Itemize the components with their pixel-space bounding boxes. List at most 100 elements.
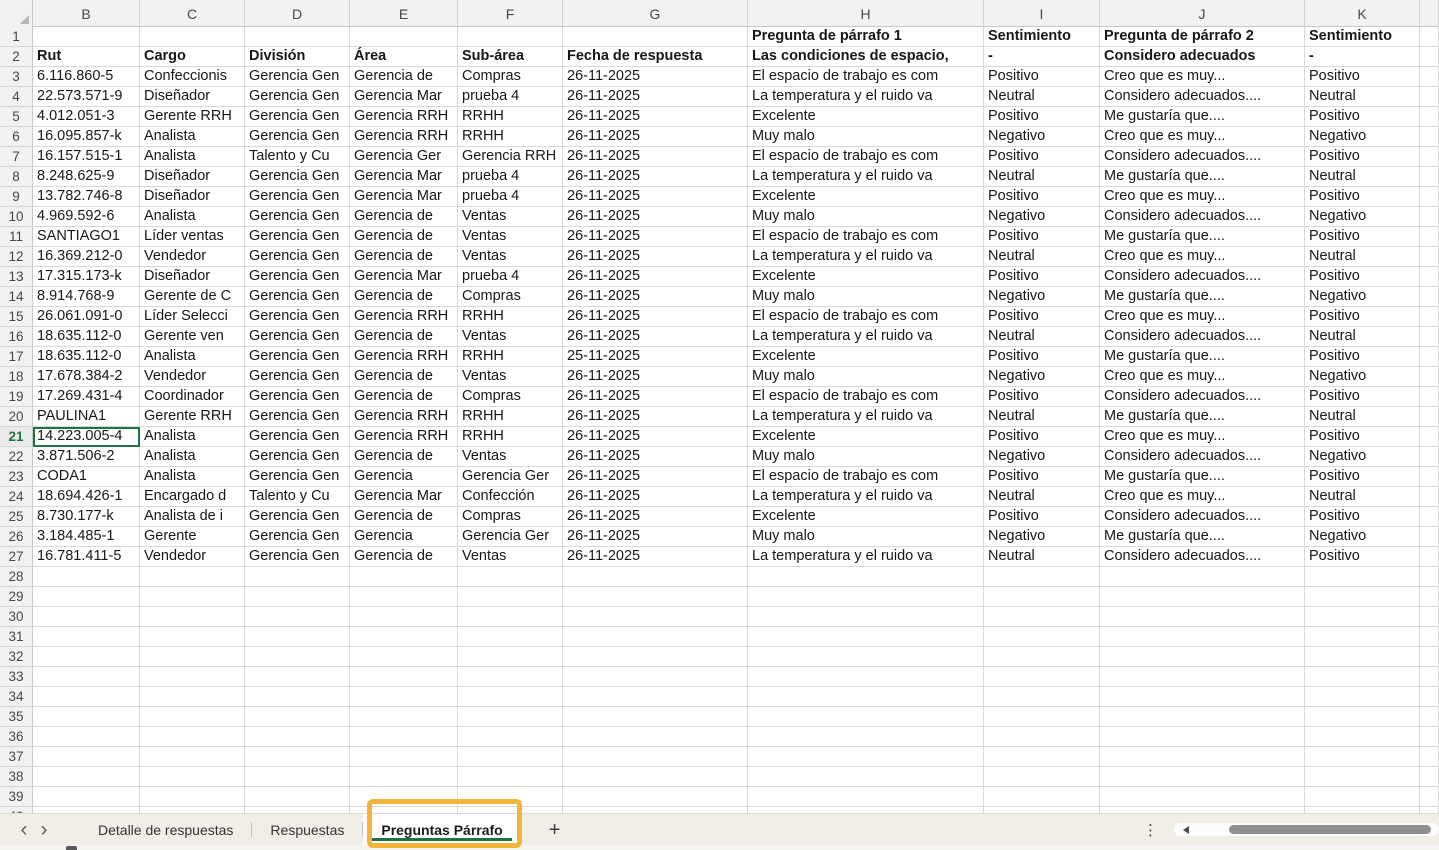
cell-C20[interactable]: Gerente RRH xyxy=(140,407,245,427)
cell[interactable] xyxy=(1420,787,1439,807)
cell-B26[interactable]: 3.184.485-1 xyxy=(33,527,140,547)
cell-I37[interactable] xyxy=(984,747,1100,767)
cell[interactable] xyxy=(1420,367,1439,387)
cell-I9[interactable]: Positivo xyxy=(984,187,1100,207)
cell-H12[interactable]: La temperatura y el ruido va xyxy=(748,247,984,267)
cell-B14[interactable]: 8.914.768-9 xyxy=(33,287,140,307)
cell-D22[interactable]: Gerencia Gen xyxy=(245,447,350,467)
cell-K25[interactable]: Positivo xyxy=(1305,507,1420,527)
cell-J28[interactable] xyxy=(1100,567,1305,587)
horizontal-scrollbar[interactable] xyxy=(1174,823,1439,836)
cell-G11[interactable]: 26-11-2025 xyxy=(563,227,748,247)
cell-G34[interactable] xyxy=(563,687,748,707)
cell-B33[interactable] xyxy=(33,667,140,687)
cell-C28[interactable] xyxy=(140,567,245,587)
cell-C18[interactable]: Vendedor xyxy=(140,367,245,387)
cell-I25[interactable]: Positivo xyxy=(984,507,1100,527)
cell-I33[interactable] xyxy=(984,667,1100,687)
cell-I2[interactable]: - xyxy=(984,47,1100,67)
row-number[interactable]: 31 xyxy=(0,627,33,647)
cell-K10[interactable]: Negativo xyxy=(1305,207,1420,227)
cell-J3[interactable]: Creo que es muy... xyxy=(1100,67,1305,87)
add-sheet-button[interactable]: + xyxy=(549,821,561,839)
cell-G21[interactable]: 26-11-2025 xyxy=(563,427,748,447)
cell-K23[interactable]: Positivo xyxy=(1305,467,1420,487)
cell-J25[interactable]: Considero adecuados.... xyxy=(1100,507,1305,527)
cell-C10[interactable]: Analista xyxy=(140,207,245,227)
cell-D13[interactable]: Gerencia Gen xyxy=(245,267,350,287)
cell-I13[interactable]: Positivo xyxy=(984,267,1100,287)
cell-K11[interactable]: Positivo xyxy=(1305,227,1420,247)
cell-C11[interactable]: Líder ventas xyxy=(140,227,245,247)
cell[interactable] xyxy=(1420,627,1439,647)
cell-C26[interactable]: Gerente xyxy=(140,527,245,547)
row-number[interactable]: 10 xyxy=(0,207,33,227)
row-number[interactable]: 25 xyxy=(0,507,33,527)
cell-K20[interactable]: Neutral xyxy=(1305,407,1420,427)
cell-G13[interactable]: 26-11-2025 xyxy=(563,267,748,287)
cell-G15[interactable]: 26-11-2025 xyxy=(563,307,748,327)
cell-B36[interactable] xyxy=(33,727,140,747)
cell-E29[interactable] xyxy=(350,587,458,607)
sheet-tab-respuestas[interactable]: Respuestas xyxy=(252,814,362,845)
cell[interactable] xyxy=(1420,707,1439,727)
cell-I1[interactable]: Sentimiento xyxy=(984,27,1100,47)
cell-K5[interactable]: Positivo xyxy=(1305,107,1420,127)
cell-I8[interactable]: Neutral xyxy=(984,167,1100,187)
cell-F12[interactable]: Ventas xyxy=(458,247,563,267)
cell-E20[interactable]: Gerencia RRH xyxy=(350,407,458,427)
cell-F10[interactable]: Ventas xyxy=(458,207,563,227)
cell-H34[interactable] xyxy=(748,687,984,707)
row-number[interactable]: 14 xyxy=(0,287,33,307)
cell-B25[interactable]: 8.730.177-k xyxy=(33,507,140,527)
prev-sheet-button[interactable]: ‹ xyxy=(14,816,34,844)
cell-B9[interactable]: 13.782.746-8 xyxy=(33,187,140,207)
cell-H2[interactable]: Las condiciones de espacio, xyxy=(748,47,984,67)
cell-D3[interactable]: Gerencia Gen xyxy=(245,67,350,87)
cell-H27[interactable]: La temperatura y el ruido va xyxy=(748,547,984,567)
cell-G5[interactable]: 26-11-2025 xyxy=(563,107,748,127)
cell-D24[interactable]: Talento y Cu xyxy=(245,487,350,507)
cell-F11[interactable]: Ventas xyxy=(458,227,563,247)
cell-I22[interactable]: Negativo xyxy=(984,447,1100,467)
cell-G6[interactable]: 26-11-2025 xyxy=(563,127,748,147)
cell-B30[interactable] xyxy=(33,607,140,627)
cell-D16[interactable]: Gerencia Gen xyxy=(245,327,350,347)
cell-D34[interactable] xyxy=(245,687,350,707)
cell-G2[interactable]: Fecha de respuesta xyxy=(563,47,748,67)
cell-G4[interactable]: 26-11-2025 xyxy=(563,87,748,107)
cell-B17[interactable]: 18.635.112-0 xyxy=(33,347,140,367)
cell-F27[interactable]: Ventas xyxy=(458,547,563,567)
cell[interactable] xyxy=(1420,147,1439,167)
row-number[interactable]: 38 xyxy=(0,767,33,787)
cell-K14[interactable]: Negativo xyxy=(1305,287,1420,307)
cell-H35[interactable] xyxy=(748,707,984,727)
cell[interactable] xyxy=(1420,427,1439,447)
cell[interactable] xyxy=(1420,687,1439,707)
cell-K33[interactable] xyxy=(1305,667,1420,687)
cell-G12[interactable]: 26-11-2025 xyxy=(563,247,748,267)
cell-B11[interactable]: SANTIAGO1 xyxy=(33,227,140,247)
row-number[interactable]: 5 xyxy=(0,107,33,127)
cell-G23[interactable]: 26-11-2025 xyxy=(563,467,748,487)
cell-C36[interactable] xyxy=(140,727,245,747)
cell-E17[interactable]: Gerencia RRH xyxy=(350,347,458,367)
cell-H29[interactable] xyxy=(748,587,984,607)
row-number[interactable]: 21 xyxy=(0,427,33,447)
cell-G26[interactable]: 26-11-2025 xyxy=(563,527,748,547)
cell-G1[interactable] xyxy=(563,27,748,47)
cell-I15[interactable]: Positivo xyxy=(984,307,1100,327)
cell-F32[interactable] xyxy=(458,647,563,667)
cell-K2[interactable]: - xyxy=(1305,47,1420,67)
cell-E26[interactable]: Gerencia xyxy=(350,527,458,547)
cell-J24[interactable]: Creo que es muy... xyxy=(1100,487,1305,507)
cell-G37[interactable] xyxy=(563,747,748,767)
cell-D30[interactable] xyxy=(245,607,350,627)
cell-F18[interactable]: Ventas xyxy=(458,367,563,387)
cell-D5[interactable]: Gerencia Gen xyxy=(245,107,350,127)
cell-D31[interactable] xyxy=(245,627,350,647)
row-number[interactable]: 1 xyxy=(0,27,33,47)
cell-J22[interactable]: Considero adecuados.... xyxy=(1100,447,1305,467)
cell-J13[interactable]: Considero adecuados.... xyxy=(1100,267,1305,287)
cell-H39[interactable] xyxy=(748,787,984,807)
